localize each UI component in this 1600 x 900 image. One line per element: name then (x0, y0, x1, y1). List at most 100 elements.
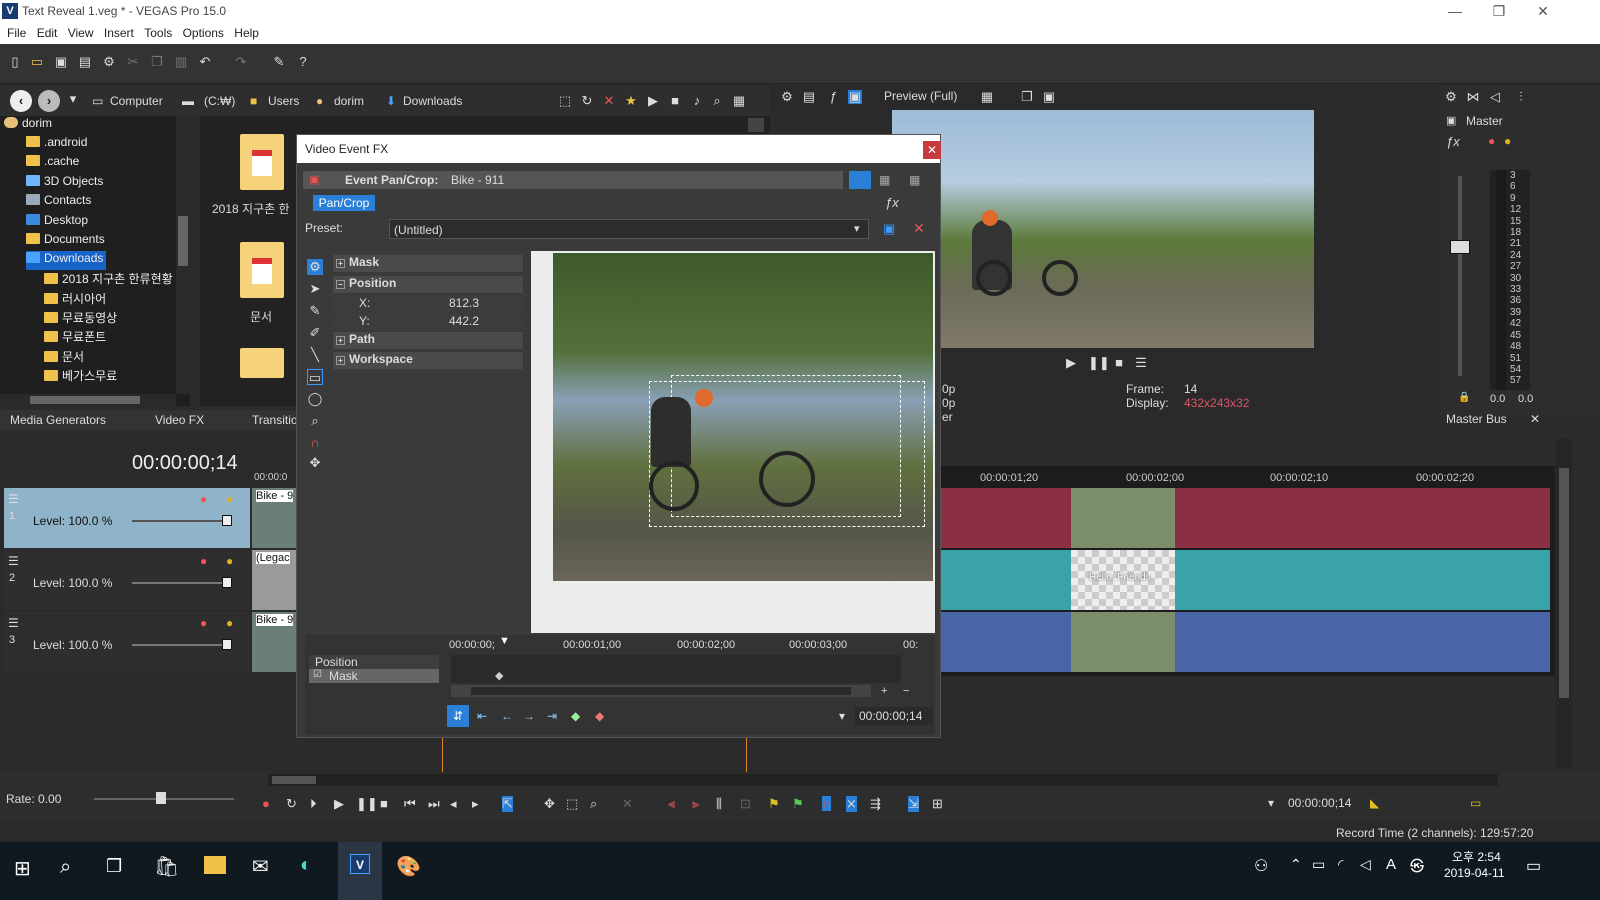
tree-item-selected[interactable]: Downloads (26, 251, 106, 270)
prev-keyframe-icon[interactable]: ← (501, 709, 513, 723)
notifications-icon[interactable]: ▭ (1526, 856, 1541, 876)
play-from-start-icon[interactable]: ⏵ (310, 796, 317, 812)
preview-quality[interactable]: Preview (Full) (884, 89, 957, 103)
timeline-hscrollbar[interactable] (268, 774, 1498, 786)
pointer-tool-icon[interactable]: ➤ (307, 281, 323, 297)
track-header-1[interactable]: ☰ 1 ● ● Level: 100.0 % (4, 488, 250, 548)
downmix-icon[interactable]: ⋈ (1466, 90, 1480, 104)
split-icon[interactable]: ⫼ (716, 796, 722, 812)
tree-item[interactable]: dorim (4, 116, 184, 135)
delete-icon[interactable]: ✕ (622, 796, 633, 812)
timeline-vscrollbar[interactable] (1556, 438, 1572, 768)
import-icon[interactable]: ⬚ (558, 94, 572, 108)
rate-slider-handle[interactable] (156, 792, 166, 804)
selection-tool-icon[interactable]: ⬚ (566, 796, 578, 812)
pdf-folder-icon[interactable] (240, 134, 284, 190)
pdf-folder-icon[interactable] (240, 348, 284, 378)
forward-arrow-icon[interactable]: › (38, 90, 60, 112)
copy-icon[interactable]: ❐ (150, 55, 164, 69)
clip-legacy-text[interactable]: (Legac (252, 550, 296, 610)
mute-icon[interactable]: ● (1488, 134, 1495, 148)
go-to-start-icon[interactable]: ⏮ (404, 796, 416, 812)
master-bus-tab[interactable]: Master Bus (1446, 412, 1507, 426)
pdf-folder-icon[interactable] (240, 242, 284, 298)
menu-options[interactable]: Options (183, 26, 224, 40)
menu-view[interactable]: View (68, 26, 94, 40)
layout-grid-icon[interactable]: ▦ (909, 173, 920, 187)
menu-tools[interactable]: Tools (144, 26, 172, 40)
prev-frame-icon[interactable]: ◂ (450, 796, 457, 812)
settings-gear-icon[interactable]: ⚙ (102, 55, 116, 69)
master-fader-handle[interactable] (1450, 240, 1470, 254)
tree-item[interactable]: 무료폰트 (44, 328, 224, 347)
snapping-icon[interactable]: ∩ (822, 796, 832, 811)
solo-icon[interactable]: ● (226, 616, 233, 630)
plugin-chain-icon[interactable]: ƒx (885, 195, 899, 210)
ime-mode-icon[interactable]: ㉿ (1410, 856, 1424, 876)
views-icon[interactable]: ▦ (732, 94, 746, 108)
close-button[interactable]: ✕ (1520, 0, 1566, 24)
prop-y-value[interactable]: 442.2 (449, 314, 479, 328)
record-icon[interactable]: ● (262, 796, 270, 811)
next-frame-icon[interactable]: ▸ (472, 796, 479, 812)
overlays-icon[interactable]: ▦ (980, 90, 994, 104)
search-icon[interactable]: ⌕ (60, 856, 71, 879)
kf-scrollbar[interactable] (451, 685, 871, 697)
maximize-button[interactable]: ❐ (1476, 0, 1522, 24)
master-fx-icon[interactable]: ƒx (1446, 134, 1460, 149)
tree-item[interactable]: 문서 (44, 348, 224, 367)
help-icon[interactable]: ? (296, 55, 310, 69)
solo-icon[interactable]: ● (1504, 134, 1511, 148)
back-arrow-icon[interactable]: ‹ (10, 90, 32, 112)
prop-position-header[interactable]: − Position (333, 276, 523, 293)
track-header-3[interactable]: ☰ 3 ● ● Level: 100.0 % (4, 612, 250, 672)
tree-item[interactable]: 2018 지구촌 한류현황 (44, 270, 224, 289)
fx-chain-pan-crop[interactable]: Pan/Crop (313, 195, 375, 211)
level-slider-handle[interactable] (222, 639, 232, 650)
search-icon[interactable]: ⌕ (710, 94, 724, 108)
delete-keyframe-icon[interactable]: ◆ (595, 709, 604, 723)
play-icon[interactable]: ▶ (334, 796, 344, 812)
zoom-in-icon[interactable]: + (881, 685, 887, 697)
snap-magnet-icon[interactable]: ∩ (307, 435, 323, 451)
kf-track-position[interactable]: Position (309, 655, 439, 669)
ripple-edit-icon[interactable]: ⇶ (870, 796, 881, 812)
favorites-icon[interactable]: ★ (624, 94, 638, 108)
app-icon[interactable]: ◐ (300, 854, 312, 877)
layout-split-icon[interactable]: ▦ (879, 173, 890, 187)
render-icon[interactable]: ✎ (272, 55, 286, 69)
level-slider-handle[interactable] (222, 577, 232, 588)
rectangle-mask-icon[interactable]: ▭ (307, 369, 323, 385)
menu-insert[interactable]: Insert (104, 26, 134, 40)
dialog-close-button[interactable]: ✕ (923, 141, 941, 159)
level-slider[interactable] (132, 644, 222, 646)
breadcrumb-downloads[interactable]: Downloads (403, 94, 462, 108)
last-keyframe-icon[interactable]: ⇥ (547, 709, 557, 723)
track-menu-icon[interactable]: ☰ (8, 616, 19, 630)
prop-x[interactable]: X: 812.3 (333, 295, 523, 312)
breadcrumb-drive[interactable]: (C:₩) (204, 94, 235, 108)
wifi-icon[interactable]: ◜ (1338, 856, 1343, 873)
first-keyframe-icon[interactable]: ⇤ (477, 709, 487, 723)
pause-icon[interactable]: ❚❚ (356, 796, 378, 812)
anchor-tool-icon[interactable]: ✎ (307, 303, 323, 319)
trim-start-icon[interactable]: ⫷ (668, 796, 675, 812)
auto-preview-icon[interactable]: ♪ (690, 94, 704, 108)
breadcrumb-computer[interactable]: Computer (110, 94, 163, 108)
normal-edit-tool-icon[interactable]: ⇱ (502, 796, 513, 812)
trim-end-icon[interactable]: ⫸ (692, 796, 699, 812)
clip-bike-track3[interactable]: Bike - 9 (252, 612, 296, 672)
paint-icon[interactable]: 🎨 (396, 854, 421, 879)
mute-icon[interactable]: ● (200, 554, 207, 568)
vegas-taskbar-button[interactable]: V (338, 842, 382, 900)
mail-icon[interactable]: ✉ (252, 854, 269, 879)
tab-media-generators[interactable]: Media Generators (10, 413, 106, 427)
undo-icon[interactable]: ↶ (198, 55, 212, 69)
file-explorer-icon[interactable] (204, 856, 226, 874)
volume-icon[interactable]: ◁ (1360, 856, 1371, 873)
refresh-icon[interactable]: ↻ (580, 94, 594, 108)
start-windows-icon[interactable]: ⊞ (14, 856, 31, 881)
bike-clip-thumbnail[interactable] (1071, 488, 1175, 548)
tree-item[interactable]: 베가스무료 (44, 367, 224, 386)
tree-scrollbar[interactable] (176, 116, 190, 394)
